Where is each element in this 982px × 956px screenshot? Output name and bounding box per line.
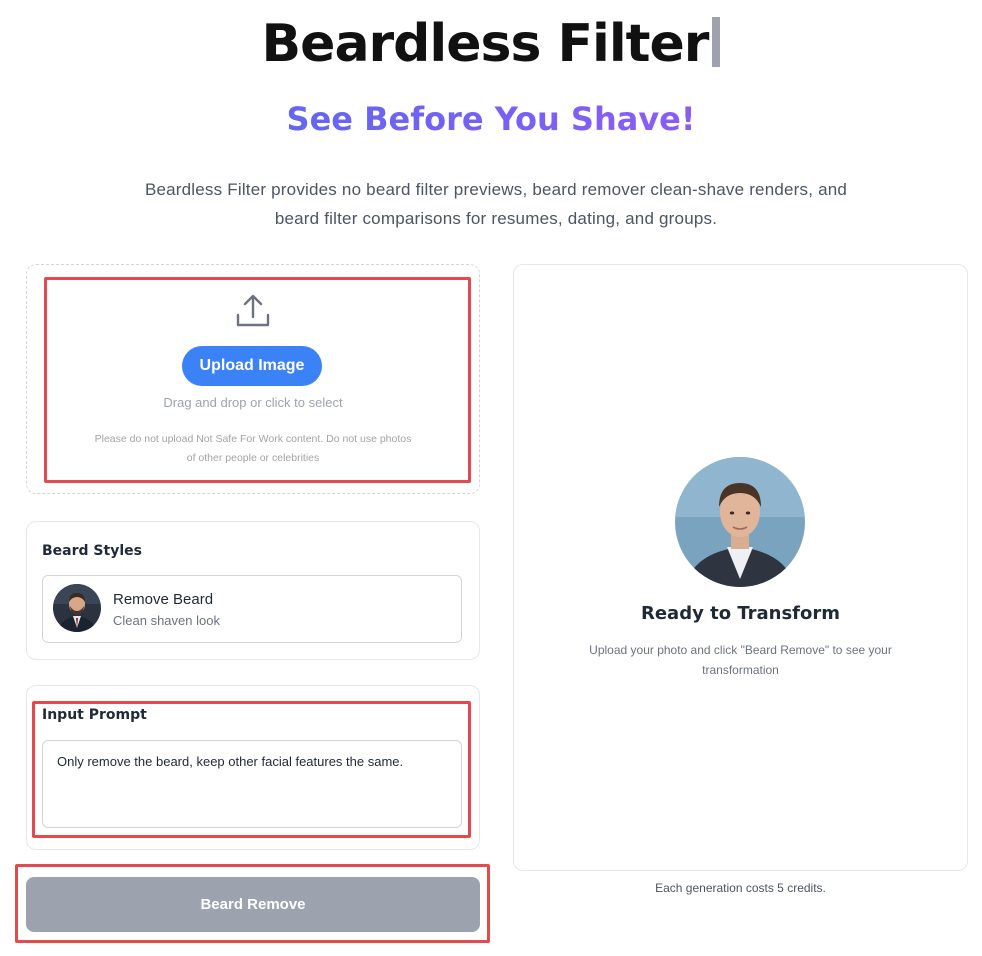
upload-image-button[interactable]: Upload Image bbox=[182, 346, 322, 386]
result-description: Upload your photo and click "Beard Remov… bbox=[589, 643, 892, 677]
result-preview-avatar bbox=[675, 457, 805, 587]
style-option-title: Remove Beard bbox=[113, 591, 214, 608]
typing-cursor bbox=[712, 17, 721, 67]
page-subtitle-text: See Before You Shave! bbox=[286, 100, 696, 138]
upload-icon bbox=[236, 294, 270, 327]
page-description: Beardless Filter provides no beard filte… bbox=[144, 180, 848, 228]
page-title-text: Beardless Filter bbox=[261, 14, 710, 74]
page-title: Beardless Filter bbox=[0, 14, 982, 74]
cost-note: Each generation costs 5 credits. bbox=[655, 881, 826, 895]
prompt-input[interactable]: Only remove the beard, keep other facial… bbox=[42, 740, 462, 828]
style-option-remove-beard[interactable] bbox=[42, 575, 462, 643]
beard-remove-button[interactable]: Beard Remove bbox=[26, 877, 480, 932]
upload-warning: Please do not upload Not Safe For Work c… bbox=[94, 433, 412, 464]
beard-styles-label: Beard Styles bbox=[42, 543, 142, 559]
style-avatar bbox=[53, 584, 101, 632]
prompt-label: Input Prompt bbox=[42, 707, 147, 723]
style-option-subtitle: Clean shaven look bbox=[113, 613, 220, 628]
upload-hint: Drag and drop or click to select bbox=[163, 395, 343, 410]
result-title: Ready to Transform bbox=[640, 603, 841, 624]
page-subtitle: See Before You Shave! bbox=[0, 100, 982, 138]
